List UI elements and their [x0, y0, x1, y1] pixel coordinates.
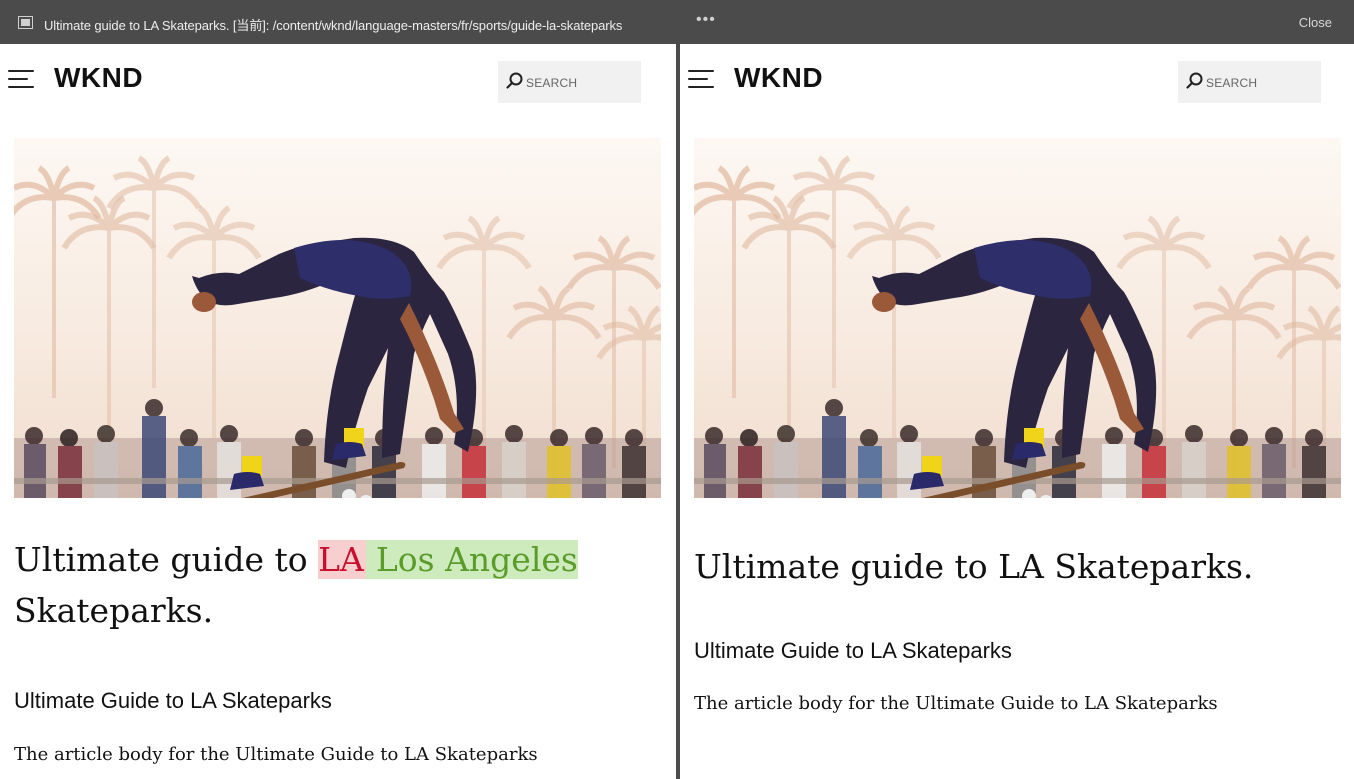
page-title: Ultimate guide to LA Los Angeles Skatepar…	[14, 534, 654, 636]
article-body: The article body for the Ultimate Guide …	[14, 744, 538, 765]
frame-icon	[18, 16, 33, 29]
compare-toolbar: Ultimate guide to LA Skateparks. [当前]: /…	[0, 0, 1354, 44]
more-icon[interactable]: •••	[696, 11, 716, 29]
hero-image	[14, 138, 661, 498]
diff-removed-text: LA	[318, 540, 366, 579]
source-pane: WKND SEARCH Ultimate guide to LA Los Ange…	[0, 44, 676, 779]
site-logo[interactable]: WKND	[734, 62, 823, 94]
compare-title: Ultimate guide to LA Skateparks. [当前]: /…	[44, 18, 623, 33]
search-input[interactable]: SEARCH	[498, 61, 641, 103]
search-icon	[506, 72, 523, 89]
target-pane: WKND SEARCH Ultimate guide to LA Skatepa…	[680, 44, 1354, 779]
article-subtitle: Ultimate Guide to LA Skateparks	[14, 688, 332, 713]
hero-image	[694, 138, 1341, 498]
search-icon	[1186, 72, 1203, 89]
article-body: The article body for the Ultimate Guide …	[694, 693, 1218, 714]
article-subtitle: Ultimate Guide to LA Skateparks	[694, 638, 1012, 663]
search-placeholder: SEARCH	[526, 76, 578, 90]
search-placeholder: SEARCH	[1206, 76, 1258, 90]
title-suffix: Skateparks.	[14, 591, 214, 630]
page-title: Ultimate guide to LA Skateparks.	[694, 547, 1254, 586]
diff-added-text: Los Angeles	[365, 540, 578, 579]
site-logo[interactable]: WKND	[54, 62, 143, 94]
title-prefix: Ultimate guide to	[14, 540, 319, 579]
menu-icon[interactable]	[6, 68, 36, 90]
close-button[interactable]: Close	[1299, 15, 1332, 30]
menu-icon[interactable]	[686, 68, 716, 90]
search-input[interactable]: SEARCH	[1178, 61, 1321, 103]
